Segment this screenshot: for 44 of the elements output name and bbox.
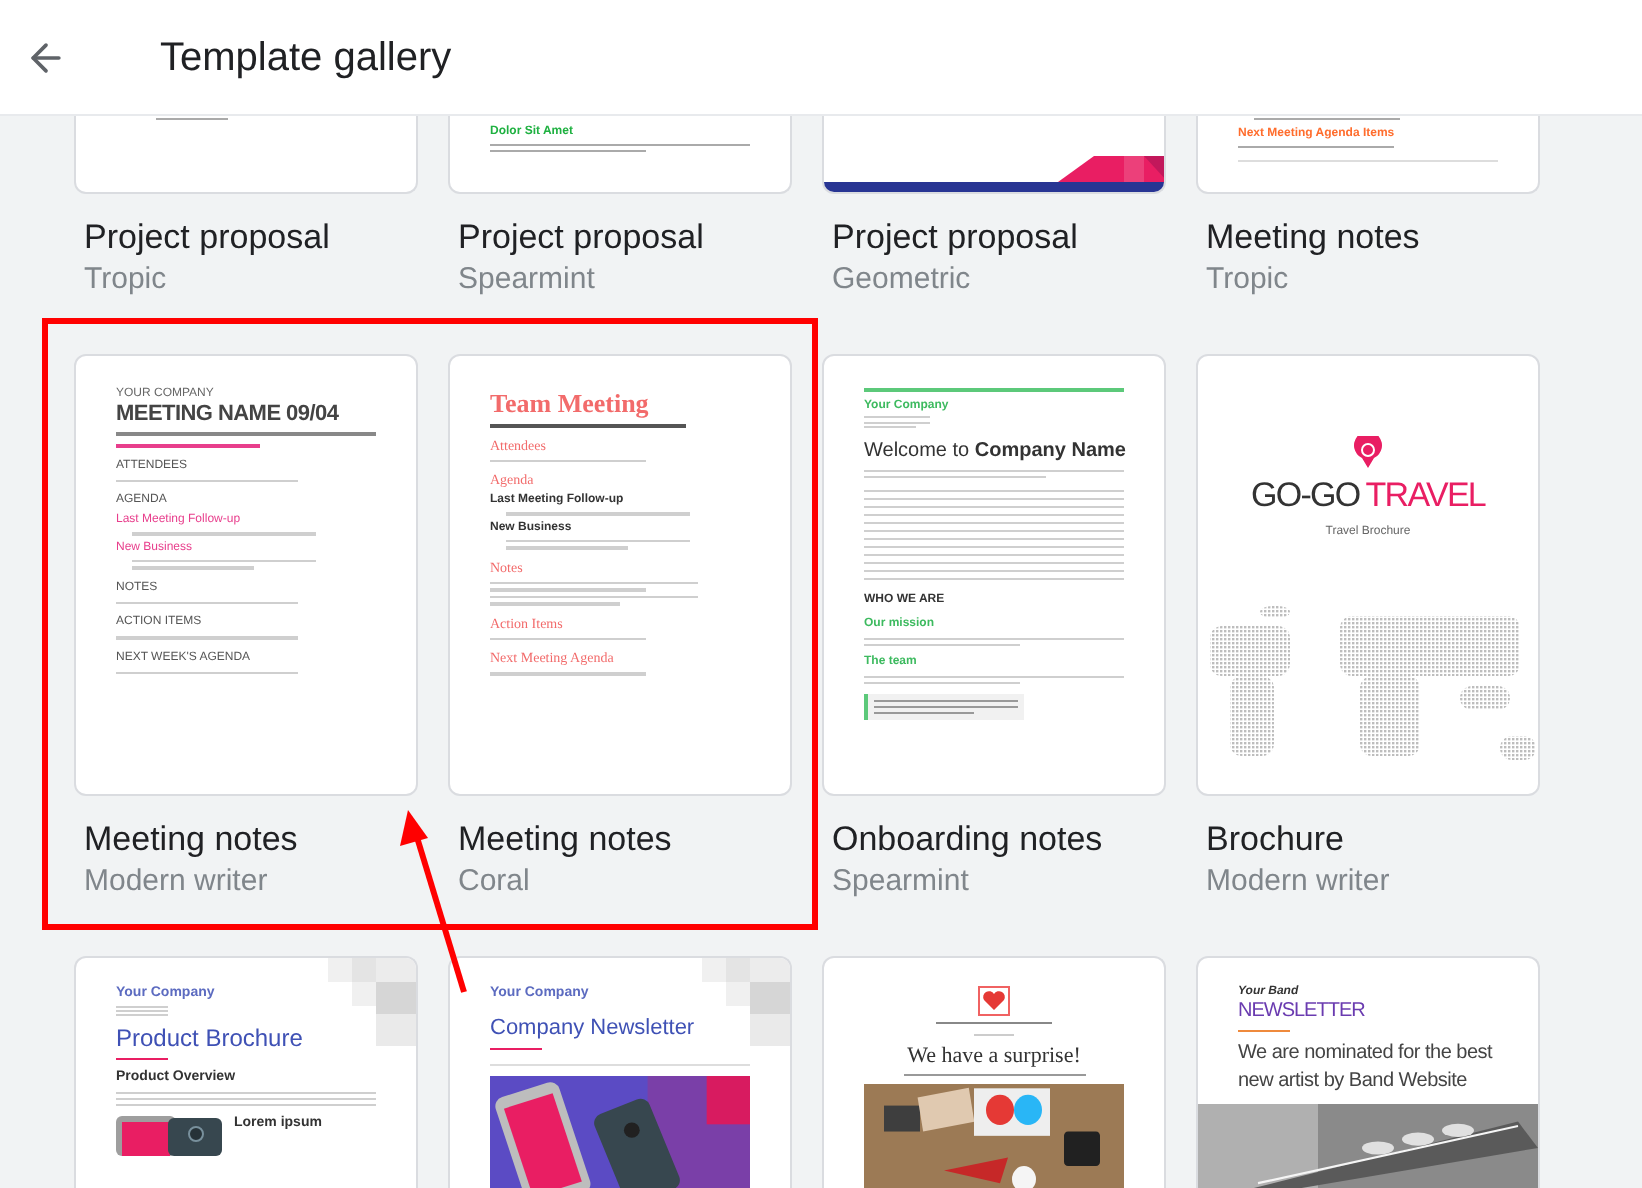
document-title: MEETING NAME 09/04 (116, 402, 341, 428)
text-lines-drawing (156, 118, 228, 120)
text-lines-drawing (874, 700, 1018, 714)
template-name: Meeting notes (1206, 216, 1420, 260)
template-style: Modern writer (1206, 862, 1390, 902)
text-lines-drawing (935, 1022, 1053, 1024)
text-lines-drawing (1238, 1030, 1290, 1032)
text-lines-drawing (116, 444, 259, 447)
template-name: Brochure (1206, 818, 1344, 862)
text-lines-drawing (116, 1058, 168, 1060)
template-style: Coral (458, 862, 530, 902)
template-style: Spearmint (832, 862, 969, 902)
checker-corner-drawing (702, 958, 790, 1046)
template-style: Tropic (1206, 260, 1289, 300)
brand-name: TRAVEL (1365, 476, 1486, 516)
template-thumbnail[interactable] (822, 116, 1166, 194)
pin-logo-icon (1354, 436, 1382, 468)
template-style: Modern writer (84, 862, 268, 902)
document-title: NEWSLETTER (1238, 1000, 1367, 1024)
template-thumbnail[interactable]: We have a surprise! (822, 956, 1166, 1188)
template-style: Geometric (832, 260, 971, 300)
template-style: Tropic (84, 260, 167, 300)
template-name: Meeting notes (458, 818, 672, 862)
brand-name: GO-GO (1250, 476, 1360, 516)
text-lines-drawing (974, 1034, 1014, 1036)
document-title: Product Brochure (116, 1024, 305, 1052)
template-name: Project proposal (458, 216, 704, 260)
template-name: Onboarding notes (832, 818, 1103, 862)
checker-corner-drawing (328, 958, 416, 1046)
page-title: Template gallery (160, 33, 452, 83)
headline: We have a surprise! (907, 1044, 1081, 1070)
document-title: Welcome to Company Name (864, 438, 1124, 464)
template-style: Spearmint (458, 260, 595, 300)
text-lines-drawing (116, 1006, 168, 1016)
headline: We are nominated for the best new artist by Band Website (1238, 1040, 1495, 1096)
document-title: Company Newsletter (490, 1014, 697, 1042)
template-name: Project proposal (84, 216, 330, 260)
document-title: Team Meeting (490, 388, 651, 418)
text-lines-drawing (864, 416, 929, 428)
template-name: Meeting notes (84, 818, 298, 862)
text-lines-drawing (490, 1048, 542, 1050)
template-name: Project proposal (832, 216, 1078, 260)
template-thumbnail[interactable] (74, 116, 418, 194)
heart-logo-icon (978, 986, 1010, 1016)
